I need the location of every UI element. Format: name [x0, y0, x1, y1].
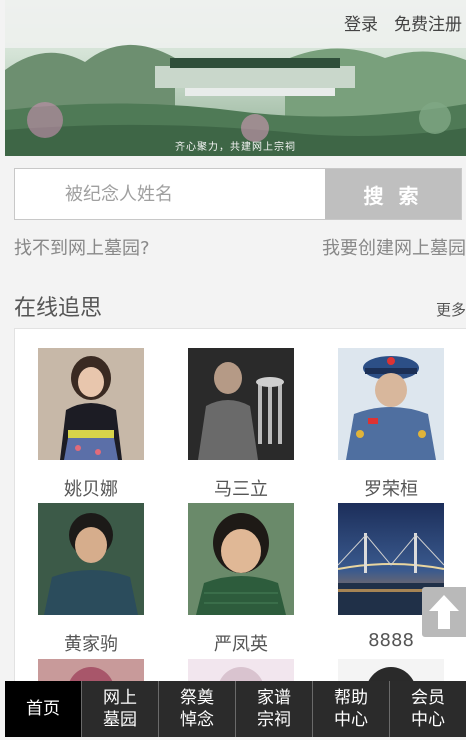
search-button[interactable]: 搜 索 — [325, 169, 461, 219]
portrait-photo — [38, 348, 144, 460]
create-memorial-link[interactable]: 我要创建网上墓园 — [322, 234, 466, 260]
nav-memorial-service[interactable]: 祭奠 悼念 — [158, 681, 235, 737]
portrait-photo — [188, 348, 294, 460]
login-link[interactable]: 登录 — [344, 10, 378, 35]
nav-home[interactable]: 首页 — [5, 681, 81, 737]
portrait-photo — [338, 348, 444, 460]
person-name: 罗荣桓 — [364, 479, 418, 500]
not-found-link[interactable]: 找不到网上墓园? — [14, 234, 150, 260]
memorial-grid: 姚贝娜 马三立 罗荣桓 黄家驹 严凤英 8888 — [14, 328, 466, 688]
memorial-card[interactable]: 马三立 — [188, 348, 294, 500]
section-header: 在线追思 更多 — [14, 290, 466, 322]
help-links: 找不到网上墓园? 我要创建网上墓园 — [14, 234, 466, 260]
person-name: 黄家驹 — [64, 634, 118, 655]
arrow-up-icon — [429, 595, 459, 629]
nav-help-center[interactable]: 帮助 中心 — [312, 681, 389, 737]
memorial-card[interactable]: 黄家驹 — [38, 503, 144, 655]
scroll-to-top-button[interactable] — [422, 587, 466, 637]
section-title: 在线追思 — [14, 296, 103, 321]
nav-member-center[interactable]: 会员 中心 — [389, 681, 466, 737]
bottom-nav: 首页 网上 墓园 祭奠 悼念 家谱 宗祠 帮助 中心 会员 中心 — [5, 681, 466, 737]
nav-online-cemetery[interactable]: 网上 墓园 — [81, 681, 158, 737]
memorial-card[interactable]: 罗荣桓 — [338, 348, 444, 500]
person-name: 姚贝娜 — [64, 479, 118, 500]
person-name: 严凤英 — [214, 634, 268, 655]
memorial-card[interactable]: 严凤英 — [188, 503, 294, 655]
memorial-card[interactable]: 姚贝娜 — [38, 348, 144, 500]
top-links: 登录 免费注册 — [344, 10, 462, 35]
banner-slogan: 齐心聚力，共建网上宗祠 — [175, 142, 296, 153]
nav-genealogy[interactable]: 家谱 宗祠 — [235, 681, 312, 737]
portrait-photo — [38, 503, 144, 615]
person-name: 马三立 — [214, 479, 268, 500]
search-input[interactable] — [15, 169, 325, 219]
register-link[interactable]: 免费注册 — [394, 10, 462, 35]
search-bar: 搜 索 — [14, 168, 462, 220]
portrait-photo — [188, 503, 294, 615]
more-link[interactable]: 更多 — [436, 299, 466, 320]
